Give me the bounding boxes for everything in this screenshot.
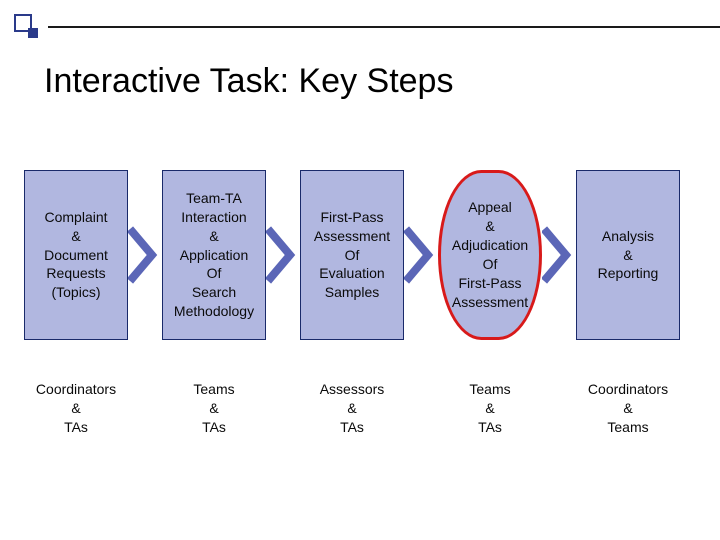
step-role-text: Coordinators & TAs [24,380,128,437]
step-box-text: Appeal & Adjudication Of First-Pass Asse… [452,198,528,311]
step-role-label: Coordinators & Teams [576,380,680,437]
arrow-right-icon [404,225,438,285]
step-role-label: Assessors & TAs [300,380,404,437]
step-box: Analysis & Reporting [576,170,680,340]
step-box: First-Pass Assessment Of Evaluation Samp… [300,170,404,340]
arrow-right-icon [542,225,576,285]
arrow-right-icon [128,225,162,285]
step-box: Team-TA Interaction & Application Of Sea… [162,170,266,340]
step-role-label: Coordinators & TAs [24,380,128,437]
step-role-text: Teams & TAs [438,380,542,437]
step-role-label: Teams & TAs [438,380,542,437]
header-rule [48,26,720,28]
step-box-text: Analysis & Reporting [598,227,659,284]
slide-title: Interactive Task: Key Steps [44,62,453,101]
step-box-text: Complaint & Document Requests (Topics) [44,208,108,302]
arrow-right-icon [266,225,300,285]
step-role-label: Teams & TAs [162,380,266,437]
slide-logo [14,14,40,40]
step-box-text: First-Pass Assessment Of Evaluation Samp… [314,208,390,302]
step-role-text: Coordinators & Teams [576,380,680,437]
step-box-text: Team-TA Interaction & Application Of Sea… [174,189,254,321]
step-box: Appeal & Adjudication Of First-Pass Asse… [438,170,542,340]
step-role-text: Teams & TAs [162,380,266,437]
process-diagram: Complaint & Document Requests (Topics) Te… [0,160,720,437]
step-role-text: Assessors & TAs [300,380,404,437]
step-box: Complaint & Document Requests (Topics) [24,170,128,340]
